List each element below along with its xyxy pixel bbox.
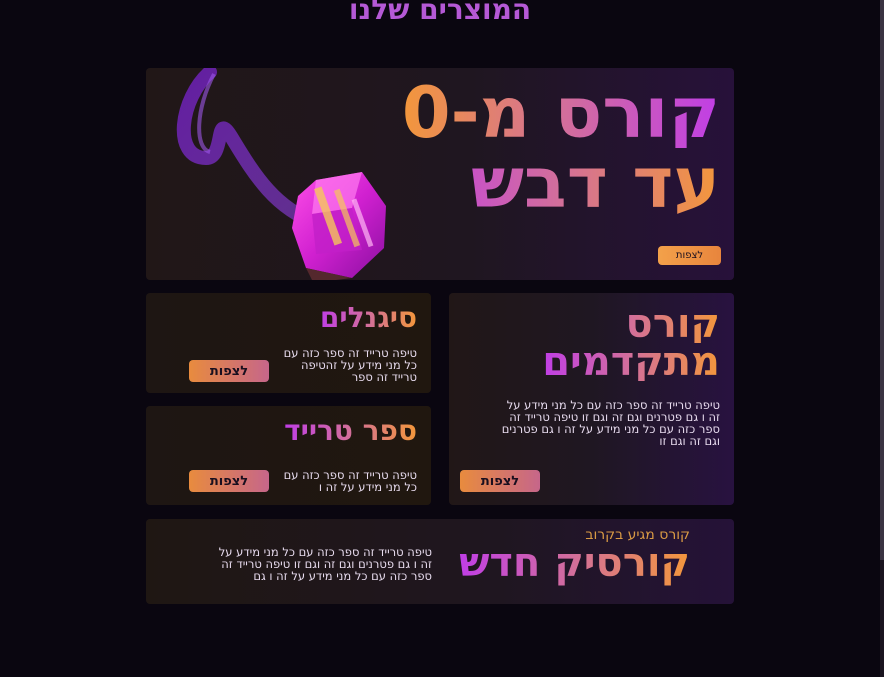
advanced-title-line1: קורס: [542, 304, 720, 344]
signals-description: טיפה טרייד זה ספר כזה עם כל מני מידע על …: [283, 346, 417, 384]
hero-card: קורס מ-0 עד דבש לצפות: [146, 68, 734, 280]
tradebook-watch-button[interactable]: לצפות: [189, 470, 269, 492]
new-course-title: קורסיק חדש: [459, 540, 690, 586]
crystal-gem-icon: [176, 68, 386, 280]
tradebook-description: טיפה טרייד זה ספר כזה עם כל מני מידע על …: [283, 468, 417, 494]
advanced-description: טיפה טרייד זה ספר כזה עם כל מני מידע על …: [501, 398, 720, 448]
tradebook-title: ספר טרייד: [284, 414, 417, 447]
hero-title-line1: קורס מ-0: [401, 72, 720, 154]
hero-title: קורס מ-0 עד דבש: [402, 78, 720, 218]
advanced-title-line2: מתקדמים: [542, 339, 720, 385]
advanced-watch-button[interactable]: לצפות: [460, 470, 540, 492]
hero-title-line2: עד דבש: [402, 148, 720, 218]
advanced-course-card: קורס מתקדמים טיפה טרייד זה ספר כזה עם כל…: [449, 293, 734, 505]
section-title: המוצרים שלנו: [348, 0, 532, 26]
signals-card: סיגנלים טיפה טרייד זה ספר כזה עם כל מני …: [146, 293, 431, 393]
signals-title: סיגנלים: [319, 301, 417, 334]
new-course-description: טיפה טרייד זה ספר כזה עם כל מני מידע על …: [218, 545, 432, 583]
hero-watch-button[interactable]: לצפות: [658, 246, 721, 265]
advanced-title: קורס מתקדמים: [542, 304, 720, 385]
new-course-card: קורס מגיע בקרוב קורסיק חדש טיפה טרייד זה…: [146, 519, 734, 604]
tradebook-card: ספר טרייד טיפה טרייד זה ספר כזה עם כל מנ…: [146, 406, 431, 505]
scrollbar-thumb[interactable]: [880, 0, 884, 560]
signals-watch-button[interactable]: לצפות: [189, 360, 269, 382]
